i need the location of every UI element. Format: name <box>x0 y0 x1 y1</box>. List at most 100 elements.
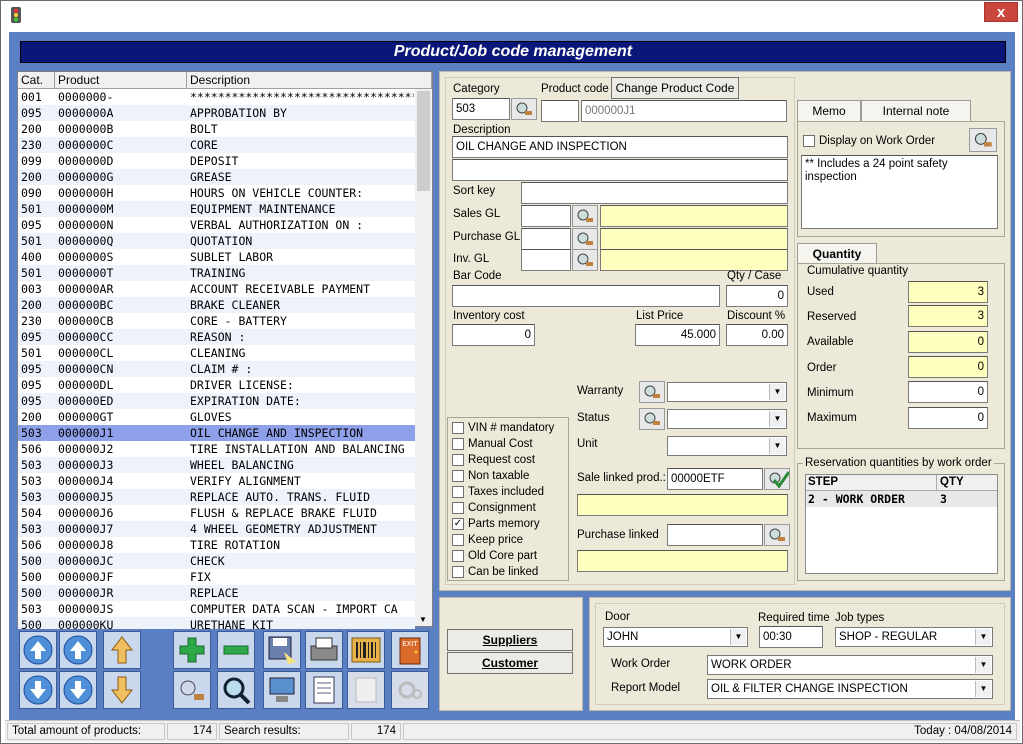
delete-product-button[interactable] <box>217 631 255 669</box>
sale-linked-lookup-button[interactable] <box>764 468 791 490</box>
option-checkbox[interactable]: Request cost <box>450 453 535 468</box>
list-scrollbar[interactable]: ▼ <box>415 89 432 626</box>
table-row[interactable]: 504 000000J6 FLUSH & REPLACE BRAKE FLUID <box>18 505 415 521</box>
sales-gl-lookup-button[interactable] <box>572 205 598 227</box>
option-checkbox[interactable]: ✓ Parts memory <box>450 517 540 532</box>
print-button[interactable] <box>305 631 343 669</box>
disabled-tool-button[interactable] <box>347 671 385 709</box>
option-checkbox[interactable]: Manual Cost <box>450 437 533 452</box>
product-code-prefix-input[interactable] <box>541 100 579 122</box>
table-row[interactable]: 503 000000J1 OIL CHANGE AND INSPECTION <box>18 425 415 441</box>
table-row[interactable]: 503 000000J3 WHEEL BALANCING <box>18 457 415 473</box>
warranty-lookup-button[interactable] <box>639 381 665 403</box>
option-checkbox[interactable]: VIN # mandatory <box>450 421 554 436</box>
table-row[interactable]: 200 000000GT GLOVES <box>18 409 415 425</box>
table-row[interactable]: 095 000000CN CLAIM # : <box>18 361 415 377</box>
warranty-select[interactable]: ▼ <box>667 382 787 402</box>
column-header-qty[interactable]: QTY <box>937 475 997 491</box>
suppliers-button[interactable]: Suppliers <box>447 629 573 651</box>
category-lookup-button[interactable] <box>511 98 537 120</box>
maximum-input[interactable]: 0 <box>908 407 988 429</box>
table-row[interactable]: 501 000000CL CLEANING <box>18 345 415 361</box>
option-checkbox[interactable]: Can be linked <box>450 565 538 580</box>
table-row[interactable]: 500 000000JC CHECK <box>18 553 415 569</box>
table-row[interactable]: 500 000000JF FIX <box>18 569 415 585</box>
discount-input[interactable]: 0.00 <box>726 324 788 346</box>
job-types-select[interactable]: SHOP - REGULAR ▼ <box>835 627 993 647</box>
minimum-input[interactable]: 0 <box>908 381 988 403</box>
tab-quantity[interactable]: Quantity <box>797 243 877 264</box>
table-row[interactable]: 506 000000J2 TIRE INSTALLATION AND BALANCI… <box>18 441 415 457</box>
inv-gl-lookup-button[interactable] <box>572 249 598 271</box>
column-header-product[interactable]: Product <box>55 72 187 89</box>
report-model-select[interactable]: OIL & FILTER CHANGE INSPECTION ▼ <box>707 679 993 699</box>
inv-gl-input[interactable] <box>521 249 571 271</box>
sort-key-input[interactable] <box>521 182 788 204</box>
work-order-select[interactable]: WORK ORDER ▼ <box>707 655 993 675</box>
display-on-work-order-checkbox[interactable]: Display on Work Order <box>801 134 935 149</box>
category-input[interactable]: 503 <box>452 98 510 120</box>
option-checkbox[interactable]: Consignment <box>450 501 536 516</box>
table-row[interactable]: 095 0000000N VERBAL AUTHORIZATION ON : <box>18 217 415 233</box>
sale-linked-input[interactable]: 00000ETF <box>667 468 763 490</box>
save-button[interactable] <box>263 631 301 669</box>
computer-button[interactable] <box>263 671 301 709</box>
purchase-linked-lookup-button[interactable] <box>764 524 790 546</box>
exit-button[interactable]: EXIT <box>391 631 429 669</box>
purchase-gl-lookup-button[interactable] <box>572 228 598 250</box>
table-row[interactable]: 500 000000JR REPLACE <box>18 585 415 601</box>
change-product-code-button[interactable]: Change Product Code <box>611 77 739 99</box>
option-checkbox[interactable]: Keep price <box>450 533 523 548</box>
last-record-button[interactable] <box>19 671 57 709</box>
option-checkbox[interactable]: Taxes included <box>450 485 544 500</box>
table-row[interactable]: 503 000000J4 VERIFY ALIGNMENT <box>18 473 415 489</box>
table-row[interactable]: 503 000000J5 REPLACE AUTO. TRANS. FLUID <box>18 489 415 505</box>
next-record-button[interactable] <box>59 671 97 709</box>
disabled-settings-button[interactable] <box>391 671 429 709</box>
table-row[interactable]: 001 0000000- *****************************… <box>18 89 415 105</box>
description-line2-input[interactable] <box>452 159 788 181</box>
add-product-button[interactable] <box>173 631 211 669</box>
option-checkbox[interactable]: Old Core part <box>450 549 537 564</box>
list-price-input[interactable]: 45.000 <box>635 324 720 346</box>
inventory-cost-input[interactable]: 0 <box>452 324 535 346</box>
table-row[interactable]: 400 0000000S SUBLET LABOR <box>18 249 415 265</box>
table-row[interactable]: 099 0000000D DEPOSIT <box>18 153 415 169</box>
column-header-cat[interactable]: Cat. <box>18 72 55 89</box>
qty-case-input[interactable]: 0 <box>726 285 788 307</box>
tab-internal-note[interactable]: Internal note <box>861 100 971 121</box>
scroll-down-icon[interactable]: ▼ <box>419 615 427 624</box>
table-row[interactable]: 095 000000ED EXPIRATION DATE: <box>18 393 415 409</box>
table-row[interactable]: 095 000000CC REASON : <box>18 329 415 345</box>
close-button[interactable]: x <box>984 2 1018 22</box>
table-row[interactable]: 200 0000000B BOLT <box>18 121 415 137</box>
description-input[interactable]: OIL CHANGE AND INSPECTION <box>452 136 788 158</box>
purchase-gl-input[interactable] <box>521 228 571 250</box>
table-row[interactable]: 095 0000000A APPROBATION BY <box>18 105 415 121</box>
scrollbar-thumb[interactable] <box>417 91 430 191</box>
table-row[interactable]: 503 000000JS COMPUTER DATA SCAN - IMPORT C… <box>18 601 415 617</box>
door-select[interactable]: JOHN ▼ <box>603 627 748 647</box>
page-up-button[interactable] <box>103 631 141 669</box>
table-row[interactable]: 501 0000000T TRAINING <box>18 265 415 281</box>
table-row[interactable]: 090 0000000H HOURS ON VEHICLE COUNTER: <box>18 185 415 201</box>
tab-memo[interactable]: Memo <box>797 100 861 121</box>
column-header-description[interactable]: Description <box>187 72 432 89</box>
table-row[interactable]: 506 000000J8 TIRE ROTATION <box>18 537 415 553</box>
table-row[interactable]: 095 000000DL DRIVER LICENSE: <box>18 377 415 393</box>
memo-textarea[interactable]: ** Includes a 24 point safety inspection <box>801 155 998 229</box>
sales-gl-input[interactable] <box>521 205 571 227</box>
table-row[interactable]: 230 000000CB CORE - BATTERY <box>18 313 415 329</box>
memo-lookup-button[interactable] <box>969 128 997 152</box>
table-row[interactable]: 200 0000000G GREASE <box>18 169 415 185</box>
previous-record-button[interactable] <box>59 631 97 669</box>
search-product-button[interactable] <box>173 671 211 709</box>
product-code-input[interactable]: 000000J1 <box>581 100 787 122</box>
option-checkbox[interactable]: Non taxable <box>450 469 529 484</box>
purchase-linked-input[interactable] <box>667 524 763 546</box>
customer-button[interactable]: Customer <box>447 652 573 674</box>
status-lookup-button[interactable] <box>639 408 665 430</box>
table-row[interactable]: 230 0000000C CORE <box>18 137 415 153</box>
first-record-button[interactable] <box>19 631 57 669</box>
bar-code-input[interactable] <box>452 285 720 307</box>
